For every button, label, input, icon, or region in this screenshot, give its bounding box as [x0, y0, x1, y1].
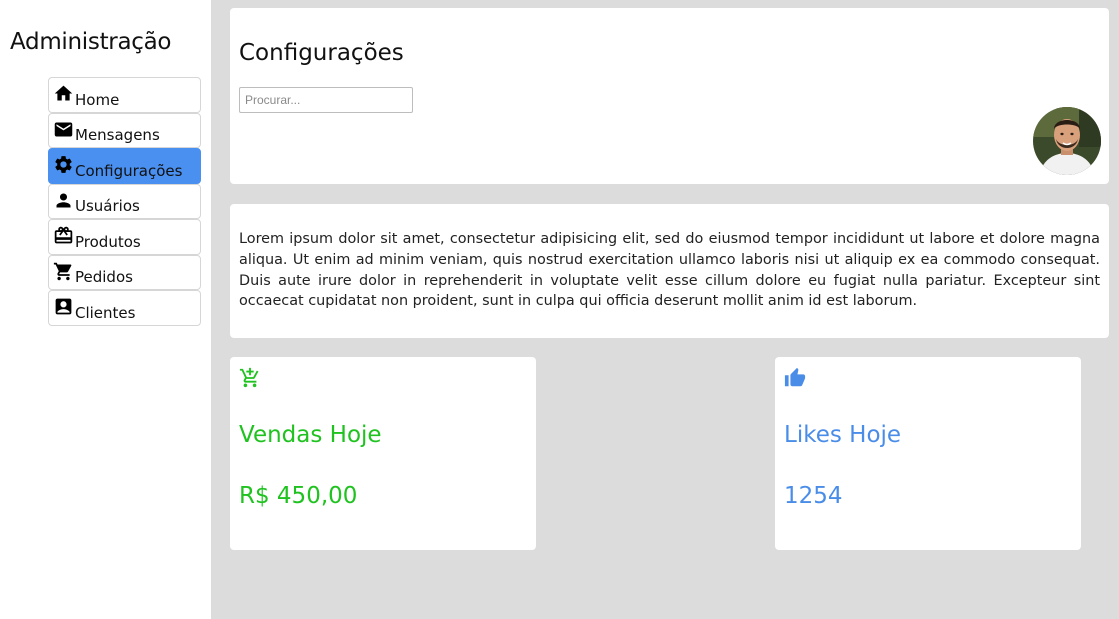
gift-icon — [53, 225, 75, 245]
sidebar-nav: Home Mensagens Configurações Usuários Pr… — [48, 77, 201, 326]
sidebar-item-pedidos[interactable]: Pedidos — [48, 254, 201, 290]
cart-icon — [53, 261, 75, 281]
add-shopping-cart-icon — [239, 367, 261, 389]
content-paragraph: Lorem ipsum dolor sit amet, consectetur … — [239, 231, 1100, 310]
sidebar-item-home[interactable]: Home — [48, 77, 201, 113]
sidebar-item-clientes[interactable]: Clientes — [48, 290, 201, 326]
sidebar-item-mensagens[interactable]: Mensagens — [48, 112, 201, 148]
likes-today-card: Likes Hoje 1254 — [775, 357, 1081, 550]
sidebar-item-configuracoes[interactable]: Configurações — [48, 148, 201, 184]
sales-today-card: Vendas Hoje R$ 450,00 — [230, 357, 536, 550]
main-area: Configurações Lorem ipsum dolor sit amet… — [211, 0, 1119, 619]
app-title: Administração — [10, 29, 172, 55]
gear-icon — [53, 154, 75, 174]
likes-value: 1254 — [784, 483, 843, 509]
contact-card-icon — [53, 296, 75, 316]
sales-value: R$ 450,00 — [239, 483, 358, 509]
search-input[interactable] — [239, 87, 413, 113]
sidebar-item-usuarios[interactable]: Usuários — [48, 183, 201, 219]
header-card: Configurações — [230, 8, 1109, 184]
thumbs-up-icon — [784, 367, 806, 389]
avatar[interactable] — [1033, 107, 1101, 175]
content-card: Lorem ipsum dolor sit amet, consectetur … — [230, 204, 1109, 338]
likes-label: Likes Hoje — [784, 422, 902, 448]
home-icon — [53, 83, 75, 103]
sidebar-item-produtos[interactable]: Produtos — [48, 219, 201, 255]
sales-label: Vendas Hoje — [239, 422, 382, 448]
mail-icon — [53, 119, 75, 139]
user-icon — [53, 190, 75, 210]
page-title: Configurações — [239, 40, 404, 66]
sidebar: Administração Home Mensagens Configuraçõ… — [0, 0, 211, 619]
